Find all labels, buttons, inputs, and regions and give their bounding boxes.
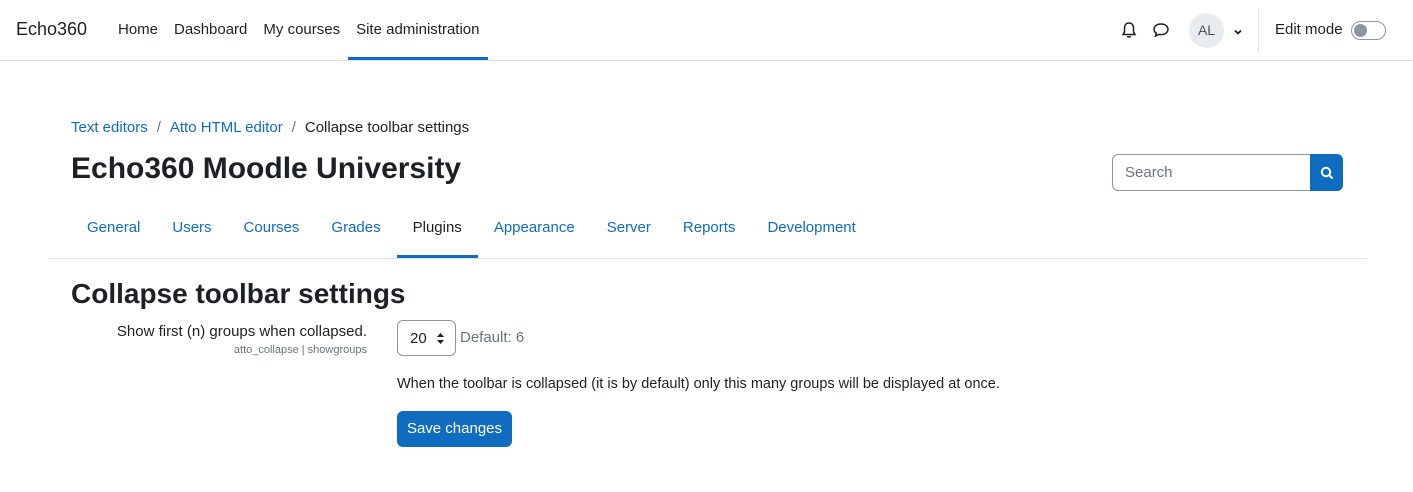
nav-home[interactable]: Home [110,0,166,60]
search-icon [1320,166,1333,179]
bell-icon[interactable] [1119,20,1139,40]
breadcrumb-separator: / [291,119,296,136]
edit-mode-label: Edit mode [1275,21,1343,38]
navbar-divider [1258,8,1259,52]
tab-grades[interactable]: Grades [315,198,396,258]
select-updown-icon [437,333,444,344]
setting-label: Show first (n) groups when collapsed. [116,323,367,340]
search-input[interactable] [1112,154,1310,191]
tab-users[interactable]: Users [156,198,227,258]
nav-my-courses[interactable]: My courses [255,0,348,60]
breadcrumb-text-editors[interactable]: Text editors [71,119,148,136]
nav-site-administration[interactable]: Site administration [348,0,488,60]
page-title: Echo360 Moodle University [71,152,462,185]
tab-appearance[interactable]: Appearance [478,198,591,258]
default-value-hint: Default: 6 [460,329,525,346]
setting-identifier: atto_collapse | showgroups [233,344,367,356]
breadcrumb: Text editors / Atto HTML editor / Collap… [71,119,469,136]
edit-mode-toggle[interactable] [1351,21,1386,40]
secondary-navigation: General Users Courses Grades Plugins App… [48,198,1367,259]
chat-bubble-icon[interactable] [1151,20,1171,40]
user-menu[interactable]: AL [1189,13,1244,48]
tab-general[interactable]: General [71,198,156,258]
top-navbar: Echo360 Home Dashboard My courses Site a… [0,0,1413,61]
search-button[interactable] [1310,154,1343,191]
tab-server[interactable]: Server [591,198,667,258]
setting-description: When the toolbar is collapsed (it is by … [397,376,1000,392]
avatar[interactable]: AL [1189,13,1224,48]
section-heading: Collapse toolbar settings [71,278,406,309]
tab-reports[interactable]: Reports [667,198,752,258]
nav-dashboard[interactable]: Dashboard [166,0,255,60]
primary-navigation: Home Dashboard My courses Site administr… [110,0,488,60]
breadcrumb-atto-html-editor[interactable]: Atto HTML editor [170,119,283,136]
site-brand[interactable]: Echo360 [16,19,87,40]
admin-search [1112,154,1343,191]
tab-courses[interactable]: Courses [228,198,316,258]
save-changes-button[interactable]: Save changes [397,411,512,447]
tab-plugins[interactable]: Plugins [396,198,478,258]
breadcrumb-separator: / [156,119,161,136]
showgroups-select[interactable]: 20 [397,320,456,356]
toggle-knob [1354,24,1367,37]
select-value: 20 [410,329,427,347]
chevron-down-icon[interactable] [1232,25,1244,37]
breadcrumb-current: Collapse toolbar settings [304,119,470,136]
tab-development[interactable]: Development [751,198,871,258]
